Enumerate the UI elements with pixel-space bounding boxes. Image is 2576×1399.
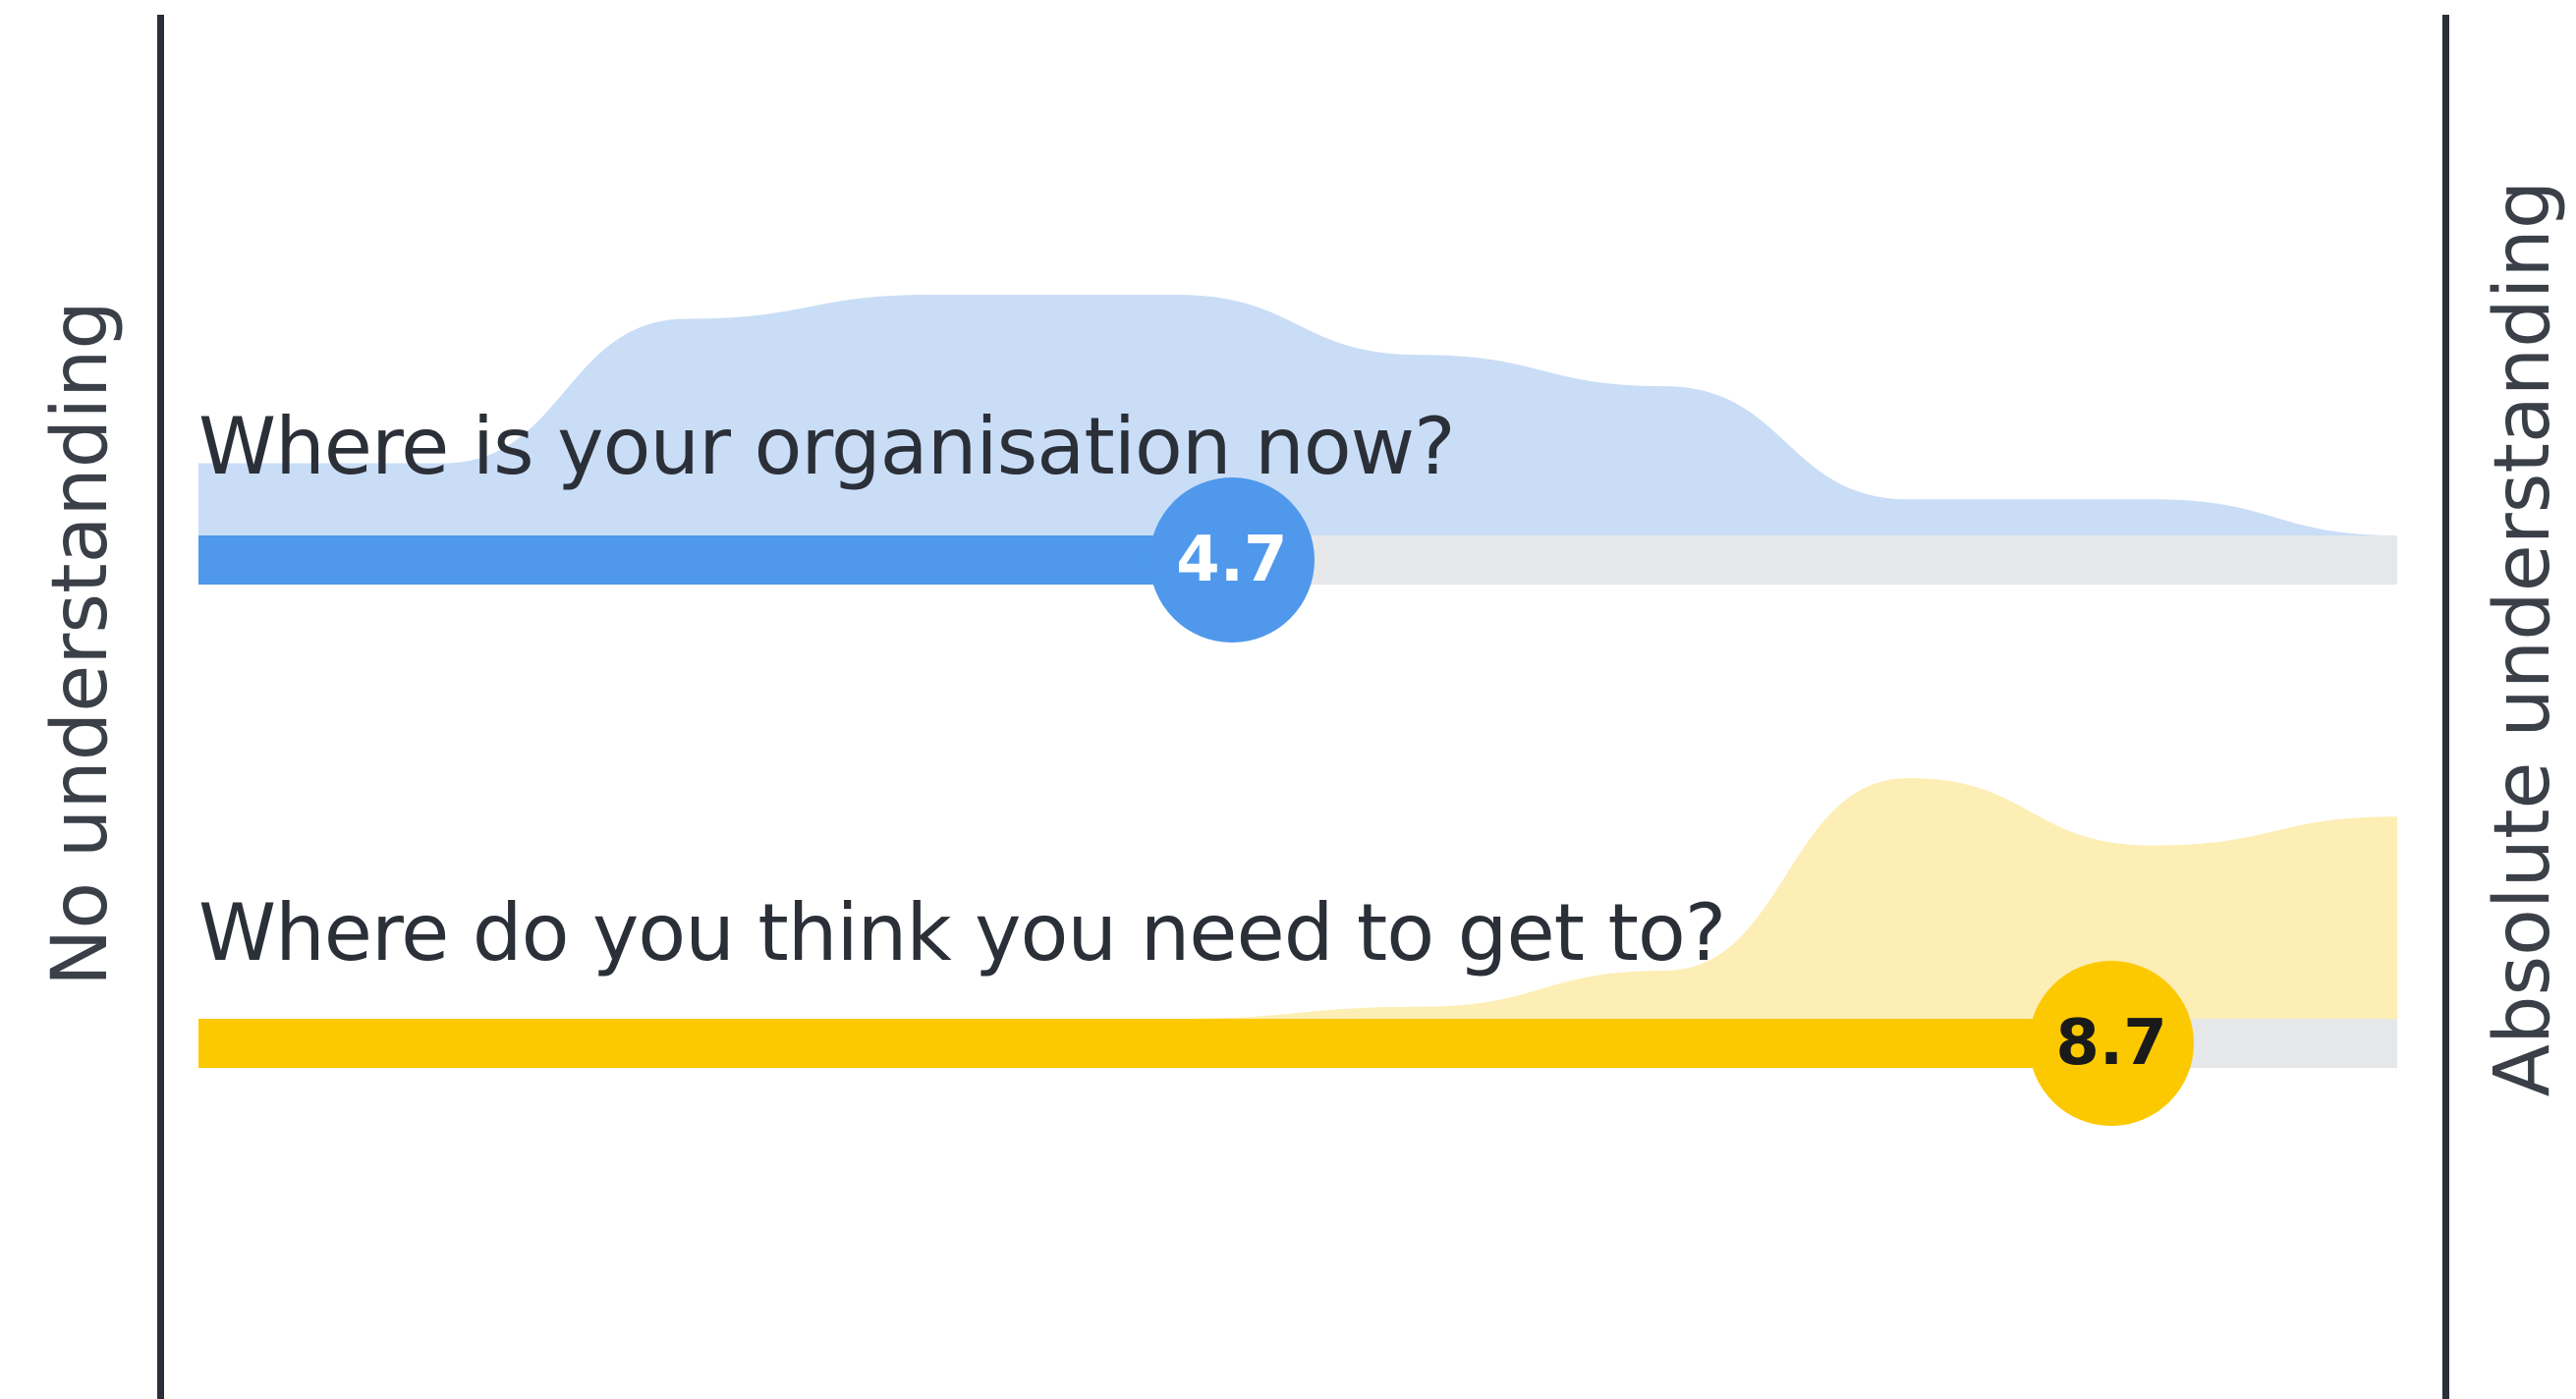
target-state-slider-handle[interactable]: 8.7 [2029,961,2195,1126]
target-state-slider-fill [198,1019,2112,1068]
question-current-state-label: Where is your organisation now? [198,401,1456,492]
current-state-slider-fill [198,535,1232,585]
current-state-slider-handle[interactable]: 4.7 [1148,477,1315,643]
rating-scale-widget: No understanding Absolute understanding … [0,0,2576,1399]
response-distributions [198,295,2397,1019]
target-state-value: 8.7 [2055,1007,2167,1080]
question-target-state-label: Where do you think you need to get to? [198,887,1726,979]
current-state-value: 4.7 [1176,524,1288,596]
